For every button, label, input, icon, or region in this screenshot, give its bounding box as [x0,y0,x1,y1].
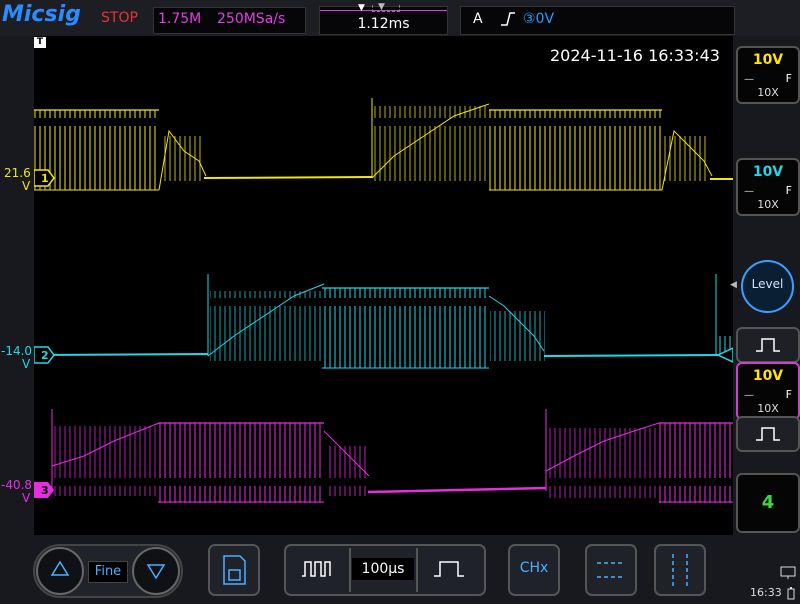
ch2-unit-label: V [22,357,31,371]
waveform-display[interactable]: 1 2 3 [33,36,734,535]
ch2-marker[interactable]: 2 [33,346,55,364]
ch1-trace [34,98,733,191]
save-button[interactable] [208,544,260,596]
trigger-mode: A [473,11,483,27]
triangle-up-icon [50,560,70,576]
network-icon [780,565,796,579]
ch1-unit-label: V [22,179,31,193]
ch3-offset-label: -40.8 [1,478,33,492]
brand-logo: Micsig [2,2,81,27]
horizontal-cursor-button[interactable] [585,544,637,596]
chx-label: CHx [519,560,549,576]
ch3-probe-label: 10X [757,402,779,415]
vertical-cursor-button[interactable] [654,544,706,596]
ch3-pulse-up-button[interactable] [736,327,800,363]
waveform-canvas: 1 2 3 [33,98,734,503]
ch2-scale-box[interactable]: 10V — F 10X [736,158,800,216]
level-label: Level [751,277,784,291]
trigger-level-button[interactable]: Level [741,260,794,313]
pulse-icon [756,427,780,441]
dc-coupling-icon: — [744,186,754,197]
timebase-faster-button[interactable] [418,546,480,594]
ch1-scale-box[interactable]: 10V — F 10X [736,46,800,104]
ch3-scale-label: 10V [752,368,784,384]
trigger-settings-box[interactable]: A ③0V [460,6,735,35]
view-window-marker [372,5,400,12]
ch3-bw-label: F [785,388,792,401]
ch1-scale-label: 10V [752,52,784,68]
trigger-marker-icon: ▼ [358,3,365,13]
bottom-toolbar: Fine 100μs CHx 16:33 [0,535,800,600]
battery-icon [787,585,795,600]
top-status-bar: Micsig STOP 1.75M 250MSa/s ▼ ▼ 1.12ms A … [0,0,800,36]
ch2-trace [33,274,733,369]
sample-rate: 250MSa/s [217,11,286,27]
triangle-down-icon [146,564,166,580]
channel-select-button[interactable]: CHx [508,544,560,596]
channel-offset-column: 21.6 V -14.0 V -40.8 V [0,36,34,535]
timebase-slower-button[interactable] [286,546,348,594]
rising-edge-icon [501,12,515,26]
ch1-bw-label: F [785,72,792,85]
trigger-point-icon: T [34,37,46,48]
ch3-scale-box[interactable]: 10V — F 10X [736,362,800,420]
svg-text:2: 2 [41,349,49,362]
svg-text:3: 3 [41,484,49,497]
dc-coupling-icon: — [744,390,754,401]
adjust-knob-group: Fine [33,544,183,598]
ch2-probe-label: 10X [757,198,779,211]
increment-button[interactable] [36,547,84,595]
channel-count-button[interactable]: 4 [736,473,800,533]
svg-text:1: 1 [41,172,49,185]
timebase-control: 100μs [284,544,486,596]
capture-datetime: 2024-11-16 16:33:43 [550,46,720,65]
horizontal-position-box[interactable]: ▼ ▼ 1.12ms [319,2,448,35]
ch2-bw-label: F [785,184,792,197]
channel-count-label: 4 [761,492,775,513]
run-state-indicator[interactable]: STOP [101,10,138,26]
trigger-source-level: ③0V [523,11,555,27]
fine-toggle[interactable]: Fine [88,561,128,583]
acquisition-info[interactable]: 1.75M 250MSa/s [153,7,306,34]
ch3-marker[interactable]: 3 [34,482,54,498]
ch3-trace [34,409,733,503]
channel-settings-column: 10V — F 10X 10V — F 10X ◀ Level 10V — F … [730,36,800,535]
memory-depth: 1.75M [158,11,202,27]
ch1-probe-label: 10X [757,86,779,99]
vertical-cursor-icon [672,554,688,586]
narrow-pulse-icon [434,561,464,577]
ch2-offset-label: -14.0 [1,344,33,358]
ch2-scale-label: 10V [752,164,784,180]
timebase-value: 100μs [352,558,414,580]
divider [349,548,351,592]
status-clock: 16:33 [750,586,782,599]
ch3-unit-label: V [22,491,31,505]
trigger-time-position: 1.12ms [357,16,410,32]
window-position-icon: ▼ [378,2,385,12]
level-left-arrow-icon: ◀ [730,280,737,290]
wide-pulse-icon [302,561,331,577]
horizontal-cursor-icon [597,562,625,578]
dc-coupling-icon: — [744,74,754,85]
ch1-offset-label: 21.6 [4,166,31,180]
pulse-icon [756,338,780,352]
ch3-pulse-down-button[interactable] [736,416,800,452]
save-icon [223,555,246,585]
decrement-button[interactable] [132,547,180,595]
